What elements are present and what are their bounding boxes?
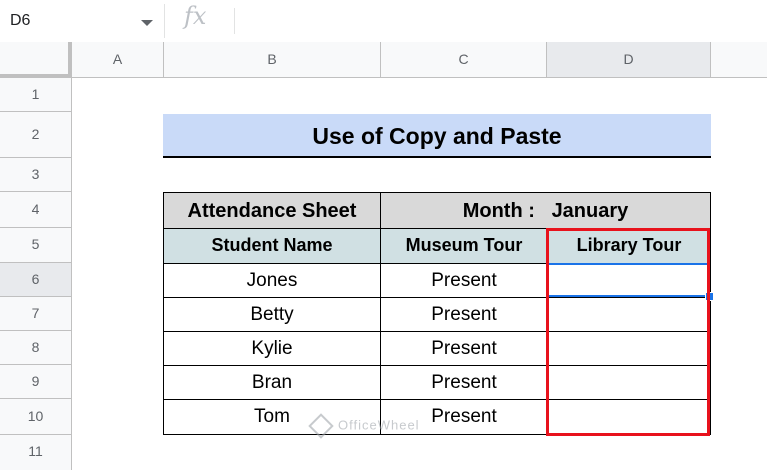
column-header-a[interactable]: A [72, 42, 164, 78]
month-label: Month : [462, 200, 535, 222]
name-box[interactable]: D6 [0, 4, 165, 38]
formula-separator [234, 8, 235, 34]
row-header-1[interactable]: 1 [0, 78, 72, 112]
table-row-museum[interactable]: Present [380, 297, 548, 332]
table-row-name[interactable]: Jones [163, 263, 381, 298]
row-header-7[interactable]: 7 [0, 297, 72, 331]
row-header-5[interactable]: 5 [0, 228, 72, 263]
row-header-11[interactable]: 11 [0, 435, 72, 470]
month-value: January [551, 200, 629, 222]
table-row-name[interactable]: Kylie [163, 331, 381, 366]
table-row-museum[interactable]: Present [380, 263, 548, 298]
row-header-3[interactable]: 3 [0, 158, 72, 192]
row-header-9[interactable]: 9 [0, 365, 72, 399]
chevron-down-icon[interactable] [141, 20, 153, 26]
column-header-e[interactable] [711, 42, 767, 78]
watermark: OfficeWheel [308, 413, 420, 439]
column-header-b[interactable]: B [164, 42, 381, 78]
fx-icon: fx [184, 2, 207, 30]
library-tour-header[interactable]: Library Tour [547, 228, 711, 264]
museum-tour-header[interactable]: Museum Tour [380, 228, 548, 264]
row-header-2[interactable]: 2 [0, 112, 72, 158]
select-all-corner[interactable] [0, 42, 72, 78]
month-header[interactable]: Month : January [380, 192, 711, 229]
logo-icon [308, 413, 334, 439]
column-header-c[interactable]: C [381, 42, 547, 78]
formula-bar: D6 fx [0, 0, 767, 43]
watermark-text: OfficeWheel [338, 417, 420, 433]
cell-reference: D6 [10, 12, 31, 29]
table-row-library[interactable] [547, 263, 711, 298]
row-header-8[interactable]: 8 [0, 331, 72, 365]
row-header-6[interactable]: 6 [0, 263, 72, 297]
fill-handle[interactable] [705, 292, 714, 301]
table-row-name[interactable]: Betty [163, 297, 381, 332]
attendance-sheet-header[interactable]: Attendance Sheet [163, 192, 381, 229]
table-row-library[interactable] [547, 331, 711, 366]
table-row-museum[interactable]: Present [380, 331, 548, 366]
table-row-library[interactable] [547, 365, 711, 400]
student-name-header[interactable]: Student Name [163, 228, 381, 264]
table-row-library[interactable] [547, 399, 711, 435]
table-row-name[interactable]: Bran [163, 365, 381, 400]
table-row-library[interactable] [547, 297, 711, 332]
table-row-museum[interactable]: Present [380, 365, 548, 400]
sheet-title[interactable]: Use of Copy and Paste [163, 114, 711, 158]
column-header-d[interactable]: D [547, 42, 711, 78]
row-header-4[interactable]: 4 [0, 192, 72, 228]
row-header-10[interactable]: 10 [0, 399, 72, 435]
